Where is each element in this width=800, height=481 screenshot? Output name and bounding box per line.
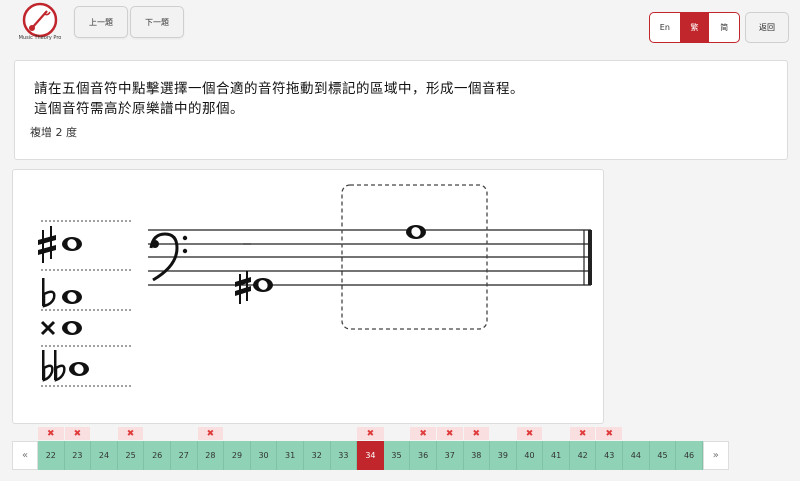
palette-flat-note[interactable] [42,278,82,308]
wrong-answer-icon: ✖ [410,427,436,440]
lang-simplified-button[interactable]: 简 [709,13,739,42]
pager-page-button[interactable]: 30 [250,441,278,470]
pager-page-button[interactable]: 24 [91,441,118,470]
wrong-answer-icon: ✖ [197,427,224,440]
pager-page-button[interactable]: 37 ✖ [436,427,464,470]
pager-page-button[interactable]: 35 [383,441,411,470]
given-note [235,271,273,304]
language-switcher: En 繁 简 [649,12,740,43]
question-panel: 請在五個音符中點擊選擇一個合適的音符拖動到標記的區域中，形成一個音程。 這個音符… [14,60,788,160]
pager-page-button[interactable]: 40 ✖ [516,427,544,470]
pager-page-number: 39 [497,451,508,460]
wrong-answer-icon: ✖ [516,427,543,440]
pager-page-button[interactable]: 41 [543,441,570,470]
wrong-answer-icon: ✖ [64,427,91,440]
question-instruction: 請在五個音符中點擊選擇一個合適的音符拖動到標記的區域中，形成一個音程。 [34,81,524,97]
pager-page-number: 44 [630,451,641,460]
pager-page-number: 41 [550,451,562,460]
pager-page-number: 46 [683,451,695,460]
pager-page-number: 22 [45,451,56,460]
wrong-answer-icon: ✖ [569,427,596,440]
wrong-answer-icon: ✖ [38,427,64,440]
wrong-answer-icon: ✖ [357,427,384,440]
placed-note[interactable] [406,225,426,239]
palette-sharp-note[interactable] [38,226,82,263]
pager-page-button[interactable]: 38 ✖ [463,427,491,470]
pager-page-number: 31 [285,451,296,460]
question-pager: « 22 ✖ 23 ✖ 24 25 ✖ 26 27 28 ✖ 29 30 31 32 33 34 ✖ 35 36 ✖ 37… [12,427,729,470]
pager-page-number: 42 [577,451,588,460]
prev-question-button[interactable]: 上一題 [74,6,128,38]
pager-page-button[interactable]: 29 [224,441,251,470]
wrong-answer-icon: ✖ [463,427,490,440]
palette-double-flat-note[interactable] [42,350,89,382]
back-button[interactable]: 返回 [745,12,789,43]
pager-next-button[interactable]: » [702,441,729,470]
pager-prev-button[interactable]: « [12,441,38,470]
pager-page-number: 35 [391,451,402,460]
lang-traditional-button[interactable]: 繁 [679,13,710,42]
pager-page-button[interactable]: 34 ✖ [357,427,384,470]
pager-page-button[interactable]: 26 [144,441,171,470]
pager-page-number: 25 [125,451,136,460]
pager-page-button[interactable]: 33 [330,441,358,470]
pager-page-button[interactable]: 25 ✖ [117,427,145,470]
pager-page-number: 23 [72,451,83,460]
palette-double-sharp-note[interactable] [40,320,82,336]
notation-panel [12,169,604,424]
pager-page-number: 38 [471,451,482,460]
next-question-button[interactable]: 下一題 [130,6,184,38]
pager-page-number: 26 [152,451,163,460]
pager-page-number: 40 [524,451,535,460]
pager-page-button[interactable]: 28 ✖ [197,427,225,470]
pager-page-button[interactable]: 32 [303,441,331,470]
pager-page-button[interactable]: 44 [623,441,650,470]
question-condition: 這個音符需高於原樂譜中的那個。 [34,101,244,117]
pager-page-number: 28 [205,451,216,460]
staff [148,229,591,286]
wrong-answer-icon: ✖ [436,427,463,440]
pager-page-number: 24 [98,451,110,460]
pager-page-number: 27 [178,451,189,460]
pager-page-button[interactable]: 45 [649,441,677,470]
lang-en-button[interactable]: En [650,13,680,42]
pager-page-number: 32 [311,451,322,460]
pager-page-button[interactable]: 27 [170,441,198,470]
pager-page-number: 30 [258,451,269,460]
pager-page-button[interactable]: 46 [676,441,703,470]
pager-page-number: 43 [604,451,615,460]
pager-page-button[interactable]: 36 ✖ [410,427,437,470]
wrong-answer-icon: ✖ [117,427,144,440]
pager-page-button[interactable]: 43 ✖ [596,427,624,470]
pager-page-number: 37 [444,451,455,460]
target-interval: 複增 2 度 [30,126,77,139]
pager-page-number: 29 [231,451,243,460]
pager-page-number: 36 [418,451,429,460]
pager-page-number: 45 [657,451,668,460]
pager-page-number: 34 [365,451,376,460]
pager-page-button[interactable]: 39 [490,441,517,470]
pager-page-number: 33 [338,451,349,460]
logo-caption: Music Theory Pro [18,35,62,41]
pager-page-button[interactable]: 31 [277,441,304,470]
pager-page-button[interactable]: 23 ✖ [64,427,92,470]
wrong-answer-icon: ✖ [596,427,623,440]
pager-page-button[interactable]: 42 ✖ [569,427,597,470]
pager-page-button[interactable]: 22 ✖ [38,427,65,470]
